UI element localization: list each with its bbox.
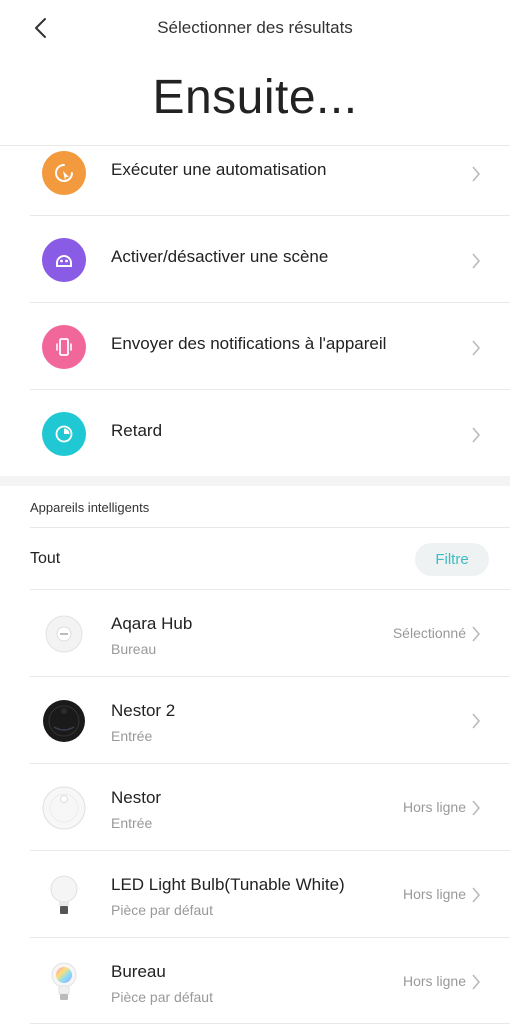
chevron-right-icon <box>472 253 481 269</box>
device-row[interactable]: Nestor 2 Entrée <box>0 677 510 764</box>
device-name: LED Light Bulb(Tunable White) <box>111 875 345 894</box>
hub-icon <box>40 610 88 658</box>
robot-vacuum-black-icon <box>40 697 88 745</box>
scene-icon <box>42 238 86 282</box>
device-room: Entrée <box>111 728 153 744</box>
device-status: Hors ligne <box>402 799 466 815</box>
action-row-scene[interactable]: Activer/désactiver une scène <box>0 217 510 304</box>
device-room: Bureau <box>111 641 157 657</box>
action-label: Retard <box>111 421 163 440</box>
chevron-right-icon <box>472 626 481 642</box>
filter-all-label[interactable]: Tout <box>30 550 60 568</box>
device-room: Pièce par défaut <box>111 989 213 1005</box>
device-row[interactable]: Nestor Entrée Hors ligne <box>0 764 510 851</box>
device-status: Hors ligne <box>402 886 466 902</box>
top-bar: Sélectionner des résultats <box>0 0 510 58</box>
chevron-right-icon <box>472 340 481 356</box>
device-name: Bureau <box>111 962 166 981</box>
device-name: Aqara Hub <box>111 614 193 633</box>
action-row-delay[interactable]: Retard <box>0 391 510 478</box>
device-row[interactable]: LED Light Bulb(Tunable White) Pièce par … <box>0 851 510 938</box>
device-name: Nestor <box>111 788 162 807</box>
device-room: Pièce par défaut <box>111 902 213 918</box>
divider <box>30 527 510 528</box>
device-row[interactable]: Aqara Hub Bureau Sélectionné <box>0 590 510 677</box>
device-status: Hors ligne <box>402 973 466 989</box>
divider <box>30 302 510 303</box>
light-bulb-icon <box>40 871 88 919</box>
chevron-right-icon <box>472 800 481 816</box>
color-bulb-icon <box>40 958 88 1006</box>
action-row-automation[interactable]: Exécuter une automatisation <box>0 130 510 217</box>
device-name: Nestor 2 <box>111 701 176 720</box>
chevron-right-icon <box>472 166 481 182</box>
divider <box>30 389 510 390</box>
chevron-right-icon <box>472 887 481 903</box>
device-row[interactable]: Bureau Pièce par défaut Hors ligne <box>0 938 510 1025</box>
phone-vibrate-icon <box>42 325 86 369</box>
section-heading: Ensuite... <box>152 71 358 124</box>
chevron-right-icon <box>472 427 481 443</box>
device-status: Sélectionné <box>392 625 466 641</box>
timer-icon <box>42 412 86 456</box>
action-label: Envoyer des notifications à l'appareil <box>111 334 387 353</box>
device-room: Entrée <box>111 815 153 831</box>
section-separator <box>0 476 510 486</box>
chevron-right-icon <box>472 713 481 729</box>
action-label: Activer/désactiver une scène <box>111 247 329 266</box>
action-label: Exécuter une automatisation <box>111 160 327 179</box>
automation-icon <box>42 151 86 195</box>
action-row-notifications[interactable]: Envoyer des notifications à l'appareil <box>0 304 510 391</box>
chevron-right-icon <box>472 974 481 990</box>
page-title: Sélectionner des résultats <box>157 18 353 37</box>
divider <box>30 215 510 216</box>
robot-vacuum-white-icon <box>40 784 88 832</box>
filter-button[interactable]: Filtre <box>415 543 489 576</box>
section-title: Appareils intelligents <box>30 500 150 515</box>
